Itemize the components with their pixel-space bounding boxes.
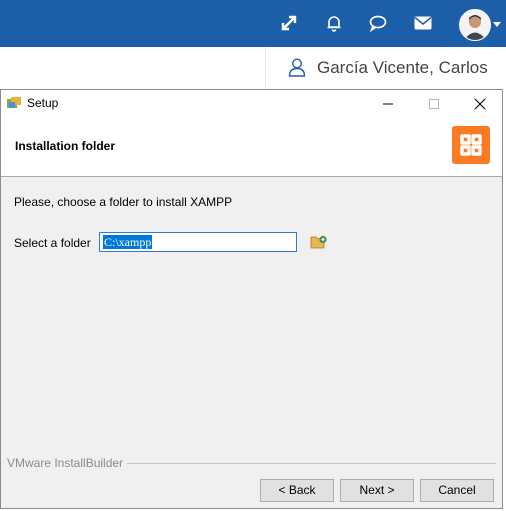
top-navigation-bar bbox=[0, 0, 506, 47]
user-icon bbox=[287, 57, 307, 80]
close-button[interactable] bbox=[457, 90, 503, 117]
title-bar[interactable]: Setup bbox=[1, 90, 502, 117]
back-button[interactable]: < Back bbox=[260, 479, 334, 502]
browse-folder-button[interactable] bbox=[310, 234, 328, 250]
cancel-button[interactable]: Cancel bbox=[420, 479, 494, 502]
expand-icon[interactable] bbox=[278, 12, 300, 34]
page-title: Installation folder bbox=[15, 139, 116, 153]
xampp-logo-icon bbox=[452, 126, 490, 164]
folder-icon bbox=[310, 235, 327, 249]
user-bar: García Vicente, Carlos bbox=[265, 47, 506, 90]
window-title: Setup bbox=[27, 96, 59, 110]
avatar[interactable] bbox=[459, 9, 491, 41]
user-name[interactable]: García Vicente, Carlos bbox=[317, 58, 488, 78]
setup-app-icon bbox=[6, 96, 22, 113]
mail-icon[interactable] bbox=[412, 12, 434, 34]
maximize-button bbox=[411, 90, 457, 117]
folder-label: Select a folder bbox=[14, 236, 91, 250]
folder-path-value: C:\xampp bbox=[103, 235, 153, 249]
installer-brand-label: VMware InstallBuilder bbox=[7, 456, 128, 470]
folder-prompt: Please, choose a folder to install XAMPP bbox=[14, 195, 233, 209]
bell-icon[interactable] bbox=[323, 12, 345, 34]
setup-dialog: Setup Installation folder Please, choose… bbox=[0, 89, 503, 509]
header-panel: Installation folder bbox=[1, 117, 502, 177]
chevron-down-icon[interactable] bbox=[493, 22, 501, 27]
folder-path-input[interactable]: C:\xampp bbox=[99, 232, 297, 252]
minimize-button[interactable] bbox=[365, 90, 411, 117]
next-button[interactable]: Next > bbox=[340, 479, 414, 502]
chat-icon[interactable] bbox=[367, 12, 389, 34]
